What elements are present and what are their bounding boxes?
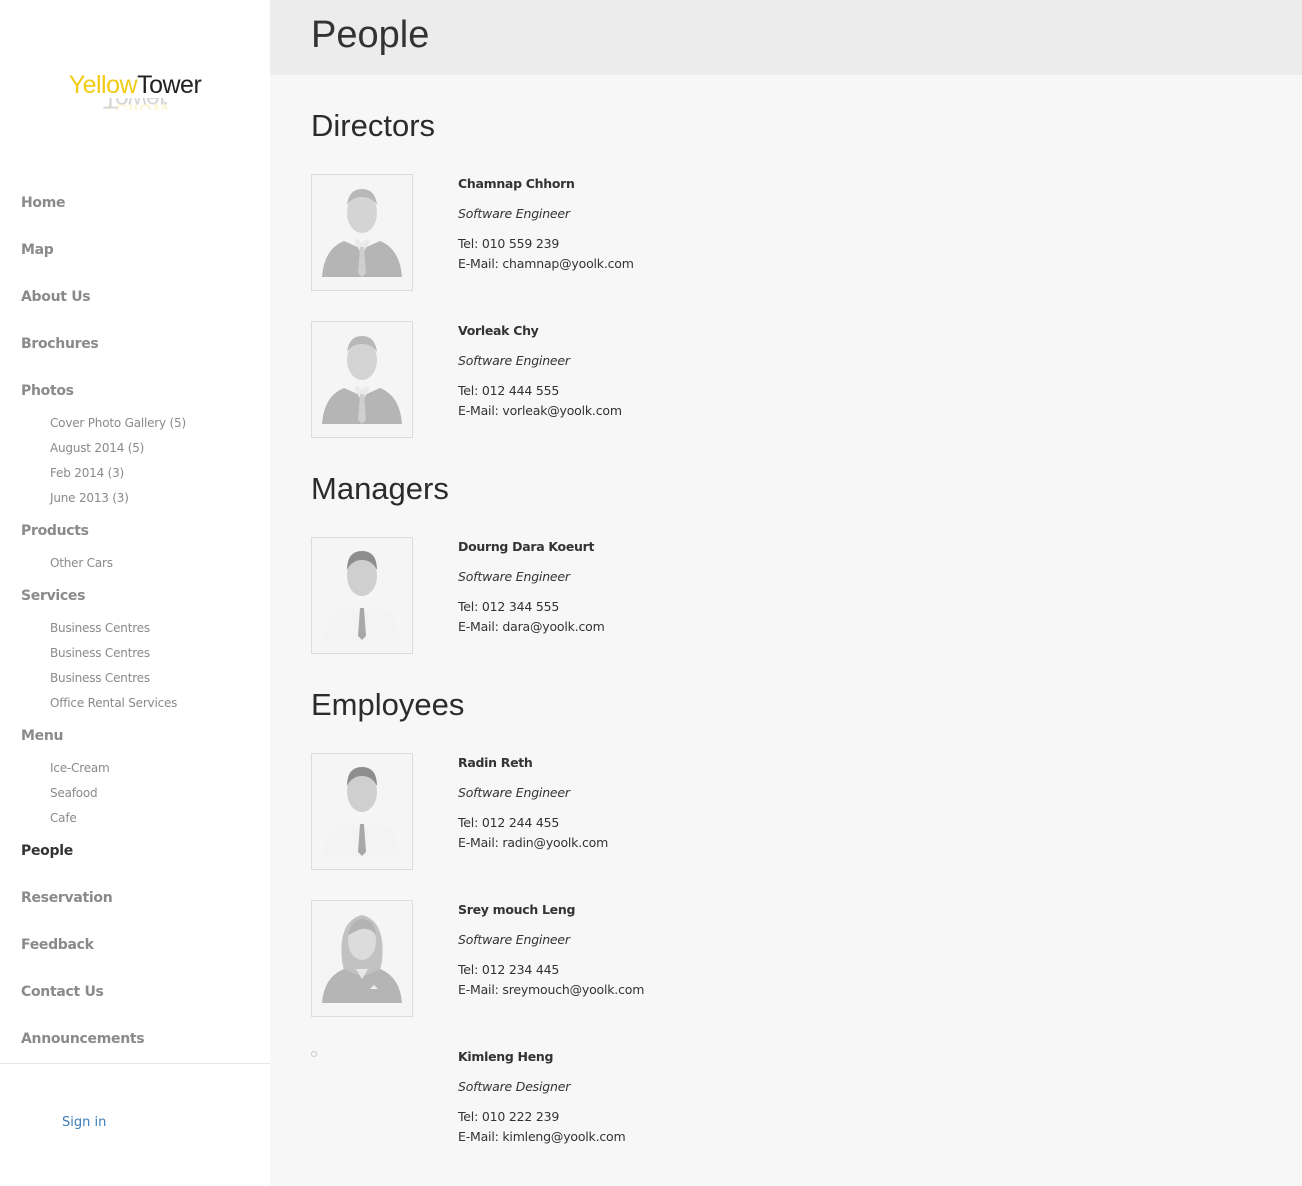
person-name: Srey mouch Leng — [458, 902, 576, 917]
person-name: Radin Reth — [458, 755, 533, 770]
person-card: Chamnap Chhorn Software Engineer Tel: 01… — [311, 174, 911, 294]
nav-home[interactable]: Home — [21, 195, 66, 211]
nav-photos-sub-item[interactable]: Feb 2014 (3) — [50, 466, 124, 480]
section-title-directors: Directors — [311, 108, 436, 143]
nav-products-sub-item[interactable]: Other Cars — [50, 556, 113, 570]
person-card: Dourng Dara Koeurt Software Engineer Tel… — [311, 537, 911, 657]
person-role: Software Engineer — [458, 932, 570, 947]
person-role: Software Engineer — [458, 353, 570, 368]
person-email[interactable]: E-Mail: vorleak@yoolk.com — [458, 403, 622, 418]
section-title-managers: Managers — [311, 471, 449, 506]
person-role: Software Engineer — [458, 206, 570, 221]
person-card: Vorleak Chy Software Engineer Tel: 012 4… — [311, 321, 911, 441]
person-email[interactable]: E-Mail: sreymouch@yoolk.com — [458, 982, 644, 997]
sign-in-link[interactable]: Sign in — [62, 1115, 106, 1130]
sidebar: YellowTower YellowTower Home Map About U… — [0, 0, 270, 1186]
nav-photos[interactable]: Photos — [21, 383, 74, 399]
person-role: Software Engineer — [458, 569, 570, 584]
person-email[interactable]: E-Mail: kimleng@yoolk.com — [458, 1129, 626, 1144]
nav-announcements[interactable]: Announcements — [21, 1031, 145, 1047]
person-role: Software Designer — [458, 1079, 571, 1094]
section-title-employees: Employees — [311, 687, 465, 722]
nav-people[interactable]: People — [21, 843, 73, 859]
logo-text-yellow: Yellow — [68, 71, 138, 99]
person-tel: Tel: 012 244 455 — [458, 815, 560, 830]
broken-image-icon — [311, 1047, 413, 1164]
person-name: Kimleng Heng — [458, 1049, 554, 1064]
person-card: Kimleng Heng Software Designer Tel: 010 … — [311, 1047, 911, 1167]
person-tel: Tel: 010 222 239 — [458, 1109, 560, 1124]
nav-photos-sub-item[interactable]: June 2013 (3) — [50, 491, 129, 505]
person-tel: Tel: 012 234 445 — [458, 962, 560, 977]
person-email[interactable]: E-Mail: dara@yoolk.com — [458, 619, 605, 634]
person-name: Dourng Dara Koeurt — [458, 539, 595, 554]
nav-photos-sub-item[interactable]: Cover Photo Gallery (5) — [50, 416, 186, 430]
logo[interactable]: YellowTower YellowTower — [0, 70, 270, 115]
male-suit-avatar-icon — [311, 174, 413, 291]
nav-brochures[interactable]: Brochures — [21, 336, 99, 352]
person-card: Srey mouch Leng Software Engineer Tel: 0… — [311, 900, 911, 1020]
nav-products[interactable]: Products — [21, 523, 89, 539]
page-header: People — [270, 0, 1302, 75]
person-tel: Tel: 010 559 239 — [458, 236, 560, 251]
person-email[interactable]: E-Mail: chamnap@yoolk.com — [458, 256, 634, 271]
nav-services-sub-item[interactable]: Office Rental Services — [50, 696, 177, 710]
nav-services[interactable]: Services — [21, 588, 85, 604]
female-avatar-icon — [311, 900, 413, 1017]
logo-reflection: YellowTower — [69, 98, 202, 110]
person-tel: Tel: 012 444 555 — [458, 383, 560, 398]
person-role: Software Engineer — [458, 785, 570, 800]
nav-contact-us[interactable]: Contact Us — [21, 984, 104, 1000]
male-suit-avatar-icon — [311, 321, 413, 438]
nav-about-us[interactable]: About Us — [21, 289, 91, 305]
nav-menu-sub-item[interactable]: Cafe — [50, 811, 77, 825]
nav-reservation[interactable]: Reservation — [21, 890, 113, 906]
nav-services-sub-item[interactable]: Business Centres — [50, 671, 150, 685]
male-shirt-avatar-icon — [311, 753, 413, 870]
person-tel: Tel: 012 344 555 — [458, 599, 560, 614]
nav-map[interactable]: Map — [21, 242, 54, 258]
person-email[interactable]: E-Mail: radin@yoolk.com — [458, 835, 608, 850]
nav-menu[interactable]: Menu — [21, 728, 63, 744]
person-name: Chamnap Chhorn — [458, 176, 575, 191]
nav-photos-sub-item[interactable]: August 2014 (5) — [50, 441, 144, 455]
logo-text-dark: Tower — [137, 71, 202, 99]
nav-menu-sub-item[interactable]: Seafood — [50, 786, 98, 800]
sidebar-divider — [0, 1063, 270, 1064]
person-card: Radin Reth Software Engineer Tel: 012 24… — [311, 753, 911, 873]
nav-feedback[interactable]: Feedback — [21, 937, 94, 953]
page-title: People — [311, 14, 430, 56]
nav-menu-sub-item[interactable]: Ice-Cream — [50, 761, 110, 775]
person-name: Vorleak Chy — [458, 323, 539, 338]
nav-services-sub-item[interactable]: Business Centres — [50, 646, 150, 660]
nav-services-sub-item[interactable]: Business Centres — [50, 621, 150, 635]
male-shirt-avatar-icon — [311, 537, 413, 654]
